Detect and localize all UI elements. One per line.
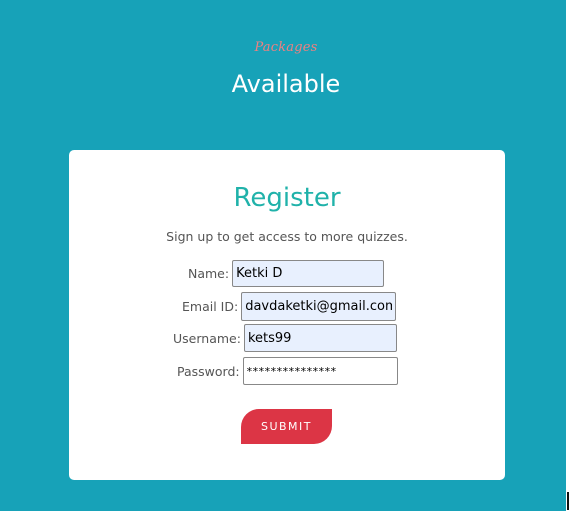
register-card: Register Sign up to get access to more q… — [69, 150, 505, 480]
email-row: Email ID: — [182, 291, 397, 321]
password-label: Password: — [177, 363, 240, 379]
username-input[interactable] — [243, 324, 397, 352]
name-label: Name: — [188, 265, 230, 281]
section-title: Available — [231, 70, 341, 98]
username-label: Username: — [173, 330, 241, 346]
username-row: Username: — [173, 324, 397, 352]
register-subtitle: Sign up to get access to more quizzes. — [166, 229, 408, 244]
name-row: Name: — [188, 259, 385, 287]
password-input[interactable] — [242, 357, 398, 385]
email-input[interactable] — [241, 291, 397, 321]
name-input[interactable] — [232, 259, 385, 287]
text-cursor-icon — [567, 492, 569, 510]
password-row: Password: — [177, 357, 398, 385]
submit-button[interactable]: SUBMIT — [241, 409, 332, 444]
register-title: Register — [233, 183, 341, 213]
email-label: Email ID: — [182, 298, 239, 314]
packages-script-label: Packages — [254, 40, 318, 55]
